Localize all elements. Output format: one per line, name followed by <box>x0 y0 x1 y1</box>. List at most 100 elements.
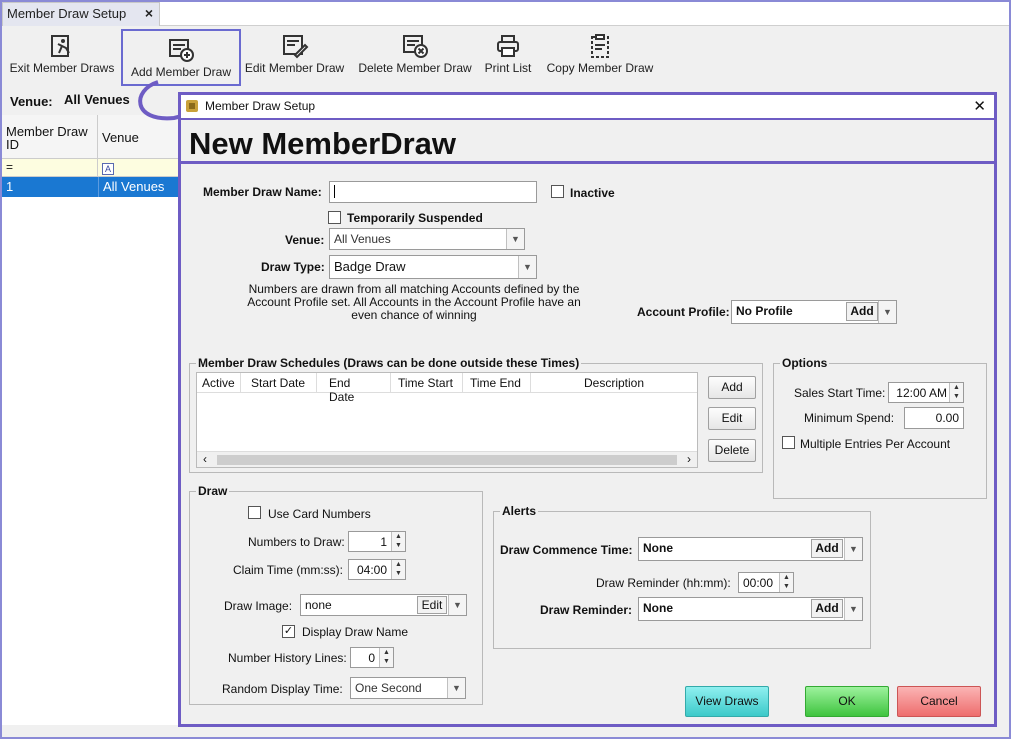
draw-reminder-select[interactable]: None Add ▼ <box>638 597 863 621</box>
schedules-table: Active Start Date End Date Time Start Ti… <box>196 372 698 468</box>
history-lines-value: 0 <box>368 651 375 665</box>
draw-image-select[interactable]: none Edit ▼ <box>300 594 467 616</box>
schedule-edit-button[interactable]: Edit <box>708 407 756 430</box>
print-list-button[interactable]: Print List <box>480 27 536 83</box>
claim-time-input[interactable]: 04:00 ▲ ▼ <box>348 559 406 580</box>
draw-type-label: Draw Type: <box>261 260 325 274</box>
member-draw-name-label: Member Draw Name: <box>203 185 322 199</box>
grid-col-member-draw-id[interactable]: Member Draw ID <box>2 115 98 158</box>
draw-reminder-value: None <box>643 601 673 615</box>
text-filter-icon[interactable]: A <box>102 163 114 175</box>
spinner-icon[interactable]: ▲ ▼ <box>949 383 963 402</box>
cancel-button[interactable]: Cancel <box>897 686 981 717</box>
schedule-delete-button[interactable]: Delete <box>708 439 756 462</box>
chevron-down-icon: ▼ <box>448 595 466 615</box>
member-draw-grid: Member Draw ID Venue = A 1 All Venues <box>2 115 180 725</box>
col-description[interactable]: Description <box>531 373 697 392</box>
spinner-icon[interactable]: ▲ ▼ <box>391 532 405 551</box>
dialog-header: New MemberDraw <box>181 122 994 164</box>
edit-member-draw-button[interactable]: Edit Member Draw <box>242 27 347 83</box>
printer-icon <box>497 35 519 57</box>
schedules-caption: Member Draw Schedules (Draws can be done… <box>196 356 582 370</box>
temporarily-suspended-checkbox[interactable] <box>328 211 341 224</box>
col-active[interactable]: Active <box>197 373 241 392</box>
chevron-down-icon: ▼ <box>878 301 896 323</box>
col-time-end[interactable]: Time End <box>463 373 531 392</box>
inactive-label: Inactive <box>570 186 615 200</box>
col-end-date[interactable]: End Date <box>317 373 391 404</box>
multiple-entries-checkbox[interactable] <box>782 436 795 449</box>
print-label: Print List <box>484 61 532 75</box>
claim-time-label: Claim Time (mm:ss): <box>233 563 343 577</box>
inactive-checkbox[interactable] <box>551 185 564 198</box>
display-draw-name-label: Display Draw Name <box>302 625 409 639</box>
reminder-hhmm-label: Draw Reminder (hh:mm): <box>596 576 731 590</box>
close-tab-icon[interactable]: × <box>145 5 153 21</box>
spinner-icon[interactable]: ▲ ▼ <box>779 573 793 592</box>
dialog-close-icon[interactable]: ✕ <box>973 97 986 115</box>
reminder-hhmm-value: 00:00 <box>743 576 774 590</box>
draw-reminder-add-button[interactable]: Add <box>811 599 843 618</box>
schedule-add-button[interactable]: Add <box>708 376 756 399</box>
venue-filter-value[interactable]: All Venues <box>64 92 130 107</box>
minimum-spend-label: Minimum Spend: <box>804 411 895 425</box>
scroll-thumb[interactable] <box>217 455 677 465</box>
member-draw-name-input[interactable] <box>329 181 537 203</box>
draw-commence-value: None <box>643 541 673 555</box>
draw-commence-select[interactable]: None Add ▼ <box>638 537 863 561</box>
numbers-to-draw-input[interactable]: 1 ▲ ▼ <box>348 531 406 552</box>
row-id: 1 <box>6 179 14 194</box>
display-draw-name-checkbox[interactable]: ✓ <box>282 625 295 638</box>
delete-member-draw-button[interactable]: Delete Member Draw <box>354 27 476 83</box>
text-caret <box>334 185 335 198</box>
new-member-draw-dialog: Member Draw Setup ✕ New MemberDraw Membe… <box>178 92 997 727</box>
sales-start-value: 12:00 AM <box>896 386 947 400</box>
scroll-left-icon[interactable]: ‹ <box>203 452 207 466</box>
spinner-icon[interactable]: ▲ ▼ <box>379 648 393 667</box>
minimum-spend-input[interactable]: 0.00 <box>904 407 964 429</box>
alerts-caption: Alerts <box>500 504 539 518</box>
venue-filter-label: Venue: <box>10 94 53 109</box>
history-lines-label: Number History Lines: <box>228 651 347 665</box>
random-display-select[interactable]: One Second ▼ <box>350 677 466 699</box>
sales-start-time-input[interactable]: 12:00 AM ▲ ▼ <box>888 382 964 403</box>
history-lines-input[interactable]: 0 ▲ ▼ <box>350 647 394 668</box>
table-row[interactable]: 1 All Venues <box>2 177 180 197</box>
temporarily-suspended-label: Temporarily Suspended <box>347 211 483 225</box>
account-profile-select[interactable]: No Profile Add ▼ <box>731 300 897 324</box>
scroll-right-icon[interactable]: › <box>687 452 691 466</box>
schedules-hscrollbar[interactable]: ‹ › <box>197 451 697 467</box>
view-draws-button[interactable]: View Draws <box>685 686 769 717</box>
random-display-label: Random Display Time: <box>222 682 343 696</box>
draw-commence-add-button[interactable]: Add <box>811 539 843 558</box>
copy-clipboard-icon <box>591 34 609 58</box>
row-venue: All Venues <box>98 177 180 197</box>
exit-icon <box>51 35 70 57</box>
draw-type-select[interactable]: Badge Draw ▼ <box>329 255 537 279</box>
account-profile-add-button[interactable]: Add <box>846 302 878 321</box>
venue-select[interactable]: All Venues ▼ <box>329 228 525 250</box>
exit-member-draws-button[interactable]: Exit Member Draws <box>6 27 118 83</box>
grid-filter-row: = A <box>2 159 180 177</box>
spinner-icon[interactable]: ▲ ▼ <box>391 560 405 579</box>
chevron-down-icon: ▼ <box>844 538 862 560</box>
options-group: Options Sales Start Time: 12:00 AM ▲ ▼ Min… <box>773 356 987 499</box>
dialog-titlebar: Member Draw Setup ✕ <box>181 95 994 120</box>
filter-equals-icon[interactable]: = <box>2 159 98 176</box>
draw-group: Draw Use Card Numbers Numbers to Draw: 1… <box>189 484 483 705</box>
draw-image-edit-button[interactable]: Edit <box>417 596 447 614</box>
reminder-hhmm-input[interactable]: 00:00 ▲ ▼ <box>738 572 794 593</box>
account-profile-label: Account Profile: <box>637 305 730 319</box>
use-card-numbers-checkbox[interactable] <box>248 506 261 519</box>
multiple-entries-label: Multiple Entries Per Account <box>800 437 951 451</box>
col-start-date[interactable]: Start Date <box>241 373 317 392</box>
col-time-start[interactable]: Time Start <box>391 373 463 392</box>
tab-member-draw-setup[interactable]: Member Draw Setup × <box>2 2 160 26</box>
edit-label: Edit Member Draw <box>244 61 345 75</box>
delete-label: Delete Member Draw <box>358 61 472 75</box>
add-draw-icon <box>169 39 194 62</box>
ok-button[interactable]: OK <box>805 686 889 717</box>
copy-member-draw-button[interactable]: Copy Member Draw <box>542 27 658 83</box>
edit-draw-icon <box>282 35 308 59</box>
sales-start-label: Sales Start Time: <box>794 386 886 400</box>
